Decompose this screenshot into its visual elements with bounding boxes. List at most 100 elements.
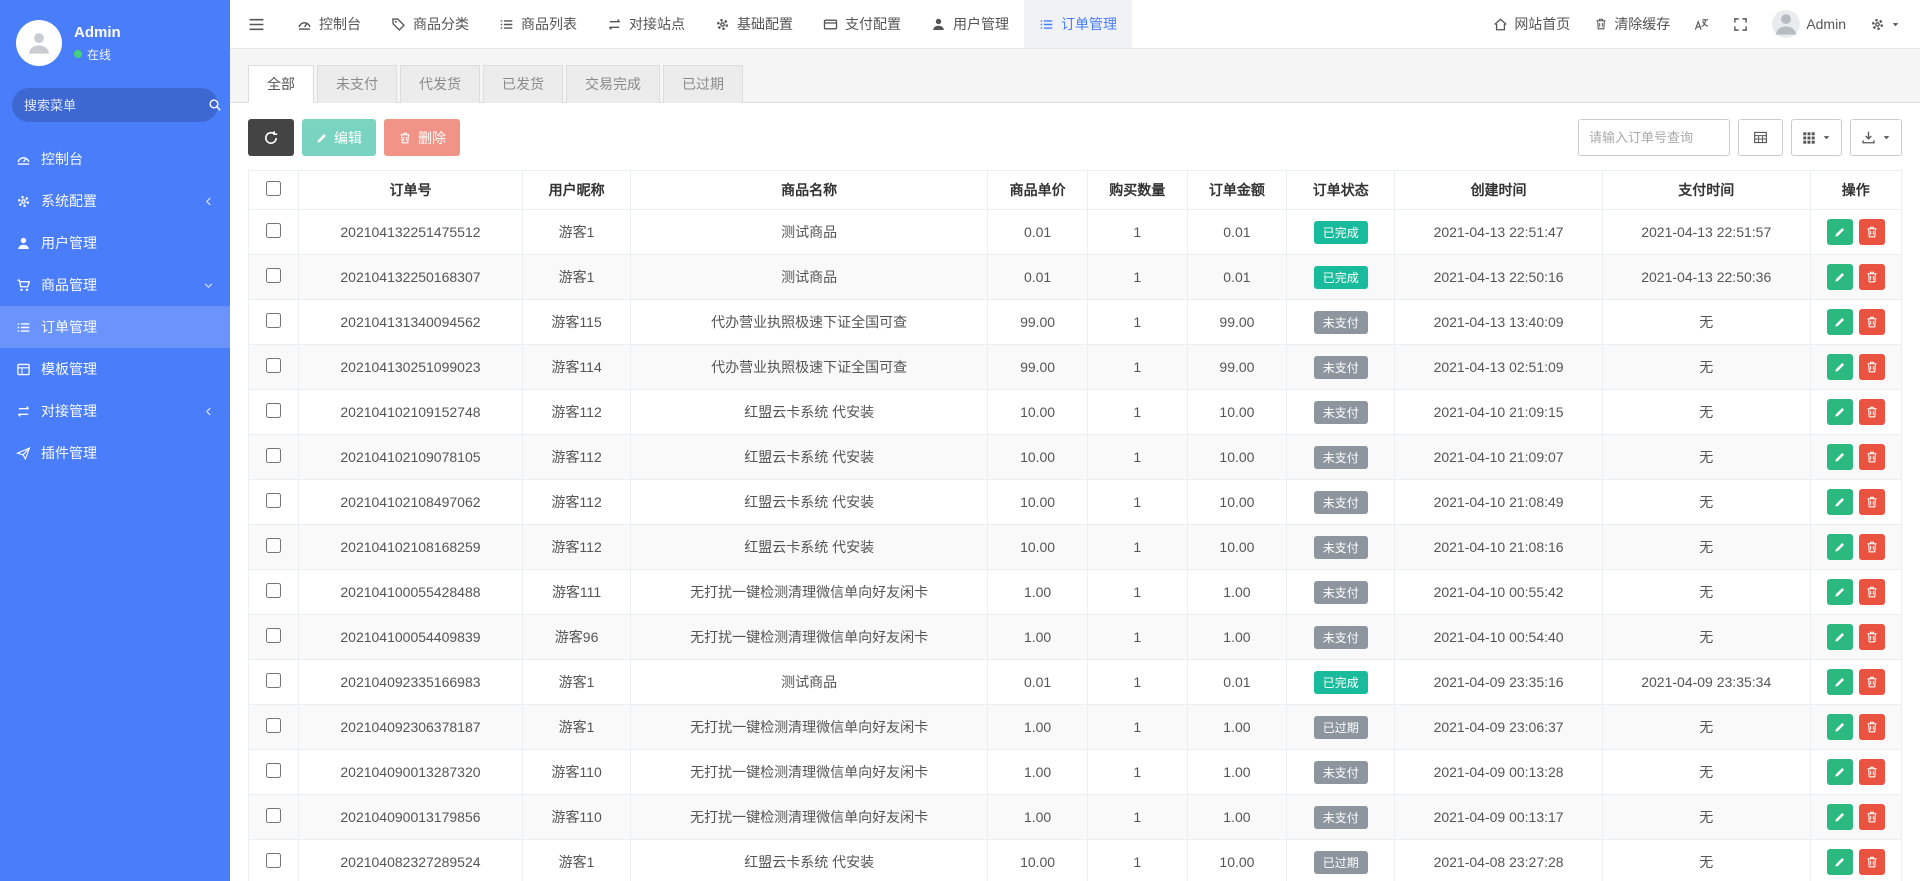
tab-shipped[interactable]: 已发货 [483,65,563,103]
cell-qty: 1 [1087,705,1187,750]
delete-button[interactable]: 删除 [384,119,460,156]
sidebar-item-console[interactable]: 控制台 [0,138,230,180]
row-checkbox[interactable] [266,673,281,688]
row-edit-button[interactable] [1827,489,1853,515]
row-actions-cell [1810,210,1901,255]
row-delete-button[interactable] [1859,804,1885,830]
clear-cache-link[interactable]: 清除缓存 [1582,0,1682,48]
top-nav-console[interactable]: 控制台 [282,0,376,48]
export-dropdown-button[interactable] [1850,119,1902,156]
row-edit-button[interactable] [1827,309,1853,335]
row-delete-button[interactable] [1859,399,1885,425]
cell-created: 2021-04-13 22:50:16 [1395,255,1603,300]
row-delete-button[interactable] [1859,669,1885,695]
fullscreen-button[interactable] [1721,0,1760,48]
row-checkbox[interactable] [266,538,281,553]
user-menu[interactable]: Admin [1760,0,1858,48]
sidebar-item-order-management[interactable]: 订单管理 [0,306,230,348]
cell-status: 未支付 [1287,435,1395,480]
top-nav-product-category[interactable]: 商品分类 [376,0,484,48]
row-delete-button[interactable] [1859,534,1885,560]
sidebar-toggle-button[interactable] [230,0,282,48]
row-delete-button[interactable] [1859,714,1885,740]
row-delete-button[interactable] [1859,489,1885,515]
top-nav-order-management[interactable]: 订单管理 [1024,0,1132,48]
row-actions-cell [1810,570,1901,615]
avatar[interactable] [16,20,62,66]
settings-menu-button[interactable] [1858,0,1912,48]
tab-completed[interactable]: 交易完成 [566,65,660,103]
cell-amount: 99.00 [1187,345,1287,390]
row-edit-button[interactable] [1827,714,1853,740]
tab-all[interactable]: 全部 [248,65,314,103]
clear-cache-label: 清除缓存 [1614,14,1670,34]
row-edit-button[interactable] [1827,264,1853,290]
top-nav-product-list[interactable]: 商品列表 [484,0,592,48]
row-checkbox[interactable] [266,268,281,283]
refresh-button[interactable] [248,119,294,156]
row-delete-button[interactable] [1859,309,1885,335]
row-edit-button[interactable] [1827,579,1853,605]
row-edit-button[interactable] [1827,534,1853,560]
toggle-view-button[interactable] [1738,119,1783,156]
tab-unpaid[interactable]: 未支付 [317,65,397,103]
row-edit-button[interactable] [1827,444,1853,470]
tab-expired[interactable]: 已过期 [663,65,743,103]
sidebar-item-template-management[interactable]: 模板管理 [0,348,230,390]
translate-button[interactable] [1682,0,1721,48]
row-delete-button[interactable] [1859,444,1885,470]
row-delete-button[interactable] [1859,759,1885,785]
sidebar-item-docking-management[interactable]: 对接管理 [0,390,230,432]
cell-paid: 无 [1602,300,1810,345]
row-checkbox[interactable] [266,808,281,823]
row-edit-button[interactable] [1827,399,1853,425]
row-edit-button[interactable] [1827,624,1853,650]
row-edit-button[interactable] [1827,219,1853,245]
row-checkbox[interactable] [266,403,281,418]
columns-dropdown-button[interactable] [1791,119,1842,156]
tab-to-ship[interactable]: 代发货 [400,65,480,103]
menu-search-input[interactable] [24,98,200,113]
row-actions-cell [1810,705,1901,750]
row-edit-button[interactable] [1827,759,1853,785]
row-edit-button[interactable] [1827,669,1853,695]
row-edit-button[interactable] [1827,849,1853,875]
top-nav-docking-site[interactable]: 对接站点 [592,0,700,48]
row-checkbox[interactable] [266,448,281,463]
table-head: 订单号用户昵称商品名称商品单价购买数量订单金额订单状态创建时间支付时间操作 [249,171,1902,210]
cell-order_no: 202104132250168307 [298,255,522,300]
row-delete-button[interactable] [1859,579,1885,605]
row-checkbox[interactable] [266,718,281,733]
row-delete-button[interactable] [1859,354,1885,380]
row-delete-button[interactable] [1859,849,1885,875]
sidebar-item-plugin-management[interactable]: 插件管理 [0,432,230,474]
status-badge: 未支付 [1314,536,1368,559]
select-all-checkbox[interactable] [266,181,281,196]
sidebar-item-product-management[interactable]: 商品管理 [0,264,230,306]
row-checkbox[interactable] [266,493,281,508]
row-delete-button[interactable] [1859,624,1885,650]
row-delete-button[interactable] [1859,219,1885,245]
row-checkbox[interactable] [266,583,281,598]
row-checkbox[interactable] [266,763,281,778]
table-body: 202104132251475512游客1测试商品0.0110.01已完成202… [249,210,1902,881]
row-checkbox[interactable] [266,223,281,238]
sidebar-item-user-management[interactable]: 用户管理 [0,222,230,264]
row-edit-button[interactable] [1827,804,1853,830]
row-checkbox[interactable] [266,853,281,868]
top-nav-user-management[interactable]: 用户管理 [916,0,1024,48]
order-search-input[interactable] [1578,119,1730,156]
row-delete-button[interactable] [1859,264,1885,290]
cell-qty: 1 [1087,255,1187,300]
row-checkbox[interactable] [266,313,281,328]
row-actions-cell [1810,345,1901,390]
row-checkbox[interactable] [266,358,281,373]
top-nav-payment-config[interactable]: 支付配置 [808,0,916,48]
row-checkbox[interactable] [266,628,281,643]
cell-order_no: 202104102109152748 [298,390,522,435]
site-home-link[interactable]: 网站首页 [1481,0,1582,48]
sidebar-item-system-config[interactable]: 系统配置 [0,180,230,222]
edit-button[interactable]: 编辑 [302,119,376,156]
top-nav-basic-config[interactable]: 基础配置 [700,0,808,48]
row-edit-button[interactable] [1827,354,1853,380]
